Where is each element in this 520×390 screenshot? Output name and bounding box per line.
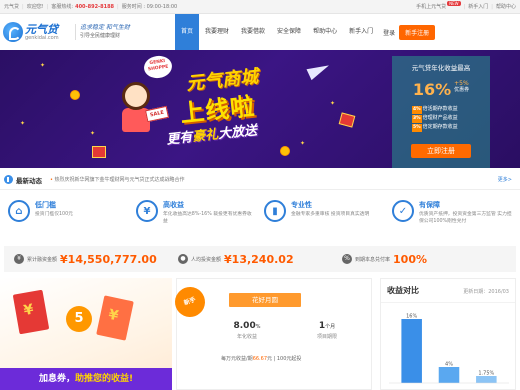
chart-bar-0 (401, 319, 422, 383)
logo-text: 元气贷 (25, 22, 58, 36)
chart-title: 收益对比 (387, 286, 419, 295)
shield-icon: ✓ (392, 200, 414, 222)
coupon-label: 优惠券 (454, 87, 470, 93)
rate-box-title: 元气贷年化收益最高 (411, 64, 471, 72)
nav-help[interactable]: 帮助中心 (307, 14, 343, 50)
hotline-label: 客服热线: (51, 4, 74, 10)
slogan: 追求稳定 和气生财 引导全民健康理财 (75, 24, 165, 40)
user-icon: ● (178, 254, 188, 264)
gift-icon (92, 146, 106, 158)
product-rate: 8.00% 年化收益 (233, 321, 261, 340)
feature-professional: ▮ 专业性 金融专家多重审核 投资项目真实透明 (260, 196, 388, 242)
stat-repayment-rate: % 到期本息兑付率 100% (342, 253, 506, 266)
nav-newbie[interactable]: 新手入门 (343, 14, 379, 50)
coin-icon (70, 90, 80, 100)
topbar-brand: 元气贷 (4, 4, 20, 10)
slogan-line-2: 引导全民健康理财 (80, 33, 121, 39)
star-icon: ✦ (40, 62, 46, 69)
chart-value-label-0: 16% (406, 314, 417, 320)
star-icon: ✦ (20, 120, 26, 127)
product-term: 1个月 项目期限 (316, 321, 337, 340)
chart-bar-2 (476, 376, 497, 383)
promo-text: 加息券，助推您的收益! (0, 368, 172, 390)
register-button[interactable]: 新手注册 (399, 24, 436, 40)
top-utility-bar: 元气贷 | 欢迎您! | 客服热线: 400-892-8188 | 服务时间 :… (0, 0, 520, 14)
yield-chart: 16% 4% 1.75% (389, 314, 509, 384)
features-row: ⌂ 低门槛 投资门槛仅100元 ¥ 高收益 年化收益高达8%-16% 裁投更有优惠券… (0, 196, 520, 242)
red-envelope-icon (12, 289, 50, 335)
coupon-bonus: +5% (454, 80, 469, 87)
chart-value-label-2: 1.75% (478, 371, 494, 377)
main-nav: 首页 我要理财 我要借款 安全保障 帮助中心 新手入门 (175, 14, 379, 50)
new-badge: NEW (447, 1, 461, 6)
star-icon: ✦ (300, 140, 306, 147)
compare-item: 3% 倍理财产品收益 (412, 115, 458, 123)
coin-icon (280, 146, 290, 156)
banner-title-3: 更有豪礼大放送 (165, 123, 258, 148)
news-headline[interactable]: 热烈庆祝新华网旗下金牛理财网与元气贷正式达成战略合作 (50, 176, 185, 183)
login-link[interactable]: 登录 (383, 28, 395, 37)
nav-invest[interactable]: 我要理财 (199, 14, 235, 50)
news-more-link[interactable]: 更多> (498, 176, 512, 183)
coupon-coin: 5 (66, 306, 92, 332)
chart-value-label-1: 4% (445, 362, 453, 368)
chart-bar-1 (438, 367, 460, 383)
hotline-number: 400-892-8188 (75, 3, 115, 10)
bank-icon: ⌂ (8, 200, 30, 222)
mascot-character (116, 76, 158, 134)
service-time: 服务时间 : 09:00-18:00 (121, 4, 178, 10)
stats-bar: ¥ 累计融资金额 ¥14,550,777.00 ● 人均投资金额 ¥13,240… (4, 246, 516, 272)
chart-update-date: 更新日期：2016/03 (463, 289, 509, 295)
rate-box: 元气贷年化收益最高 16% +5% 优惠券 4% 倍活期存款收益 3% 倍理财产品收… (392, 56, 490, 168)
paper-plane-icon (306, 59, 332, 81)
stat-avg-investment: ● 人均投资金额 ¥13,240.02 (178, 253, 342, 266)
rate-icon: % (342, 254, 352, 264)
compare-item: 4% 倍活期存款收益 (412, 106, 458, 114)
coupon-promo[interactable]: 5 加息券，助推您的收益! (0, 278, 172, 390)
register-now-button[interactable]: 立即注册 (411, 144, 471, 158)
compare-item: 5% 倍定期存款收益 (412, 124, 458, 132)
nav-borrow[interactable]: 我要借款 (235, 14, 271, 50)
feature-low-threshold: ⌂ 低门槛 投资门槛仅100元 (4, 196, 132, 242)
site-header: 元气贷 genkidai.com 追求稳定 和气生财 引导全民健康理财 首页 我… (0, 14, 520, 50)
logo-icon (3, 22, 23, 42)
slogan-line-1: 追求稳定 和气生财 (80, 24, 130, 31)
yield-comparison-card: 收益对比 更新日期：2016/03 16% 4% 1.75% (380, 278, 516, 390)
logo-domain: genkidai.com (25, 34, 59, 41)
chart-icon: ▮ (264, 200, 286, 222)
product-return-line: 每万元收益/期66.67元 | 100元起投 (221, 356, 302, 362)
welcome-text: 欢迎您! (26, 4, 44, 10)
product-card[interactable]: 新手 花好月圆 8.00% 年化收益 1个月 项目期限 每万元收益/期66.67… (170, 278, 372, 390)
feature-high-yield: ¥ 高收益 年化收益高达8%-16% 裁投更有优惠券收益 (132, 196, 260, 242)
nav-security[interactable]: 安全保障 (271, 14, 307, 50)
news-label: 最新动态 (16, 176, 42, 185)
red-envelope-icon (96, 295, 134, 341)
nav-home[interactable]: 首页 (175, 14, 200, 50)
newbie-link[interactable]: 新手入门 (468, 3, 488, 10)
help-link[interactable]: 帮助中心 (496, 3, 516, 10)
site-logo[interactable]: 元气贷 genkidai.com (3, 22, 75, 42)
money-icon: ¥ (14, 254, 24, 264)
news-icon (4, 175, 13, 184)
newbie-ribbon: 新手 (170, 282, 210, 322)
news-strip: 最新动态 热烈庆祝新华网旗下金牛理财网与元气贷正式达成战略合作 更多> (0, 170, 520, 190)
yen-icon: ¥ (136, 200, 158, 222)
star-icon: ✦ (330, 100, 336, 107)
gift-icon (338, 112, 356, 128)
hero-banner[interactable]: ✦ ✦ ✦ ✦ ✦ GENKI SHOPPE SALE 元气商城 上线啦 更有豪… (0, 50, 520, 168)
star-icon: ✦ (90, 130, 96, 137)
max-rate: 16% (412, 80, 452, 99)
product-title[interactable]: 花好月圆 (229, 293, 301, 307)
feature-guarantee: ✓ 有保障 优质资产抵押，投资资金第三方监管 实力担保公司100%刚性兑付 (388, 196, 516, 242)
mobile-link[interactable]: 手机上元气贷 (416, 3, 446, 10)
stat-total-financing: ¥ 累计融资金额 ¥14,550,777.00 (14, 253, 178, 266)
